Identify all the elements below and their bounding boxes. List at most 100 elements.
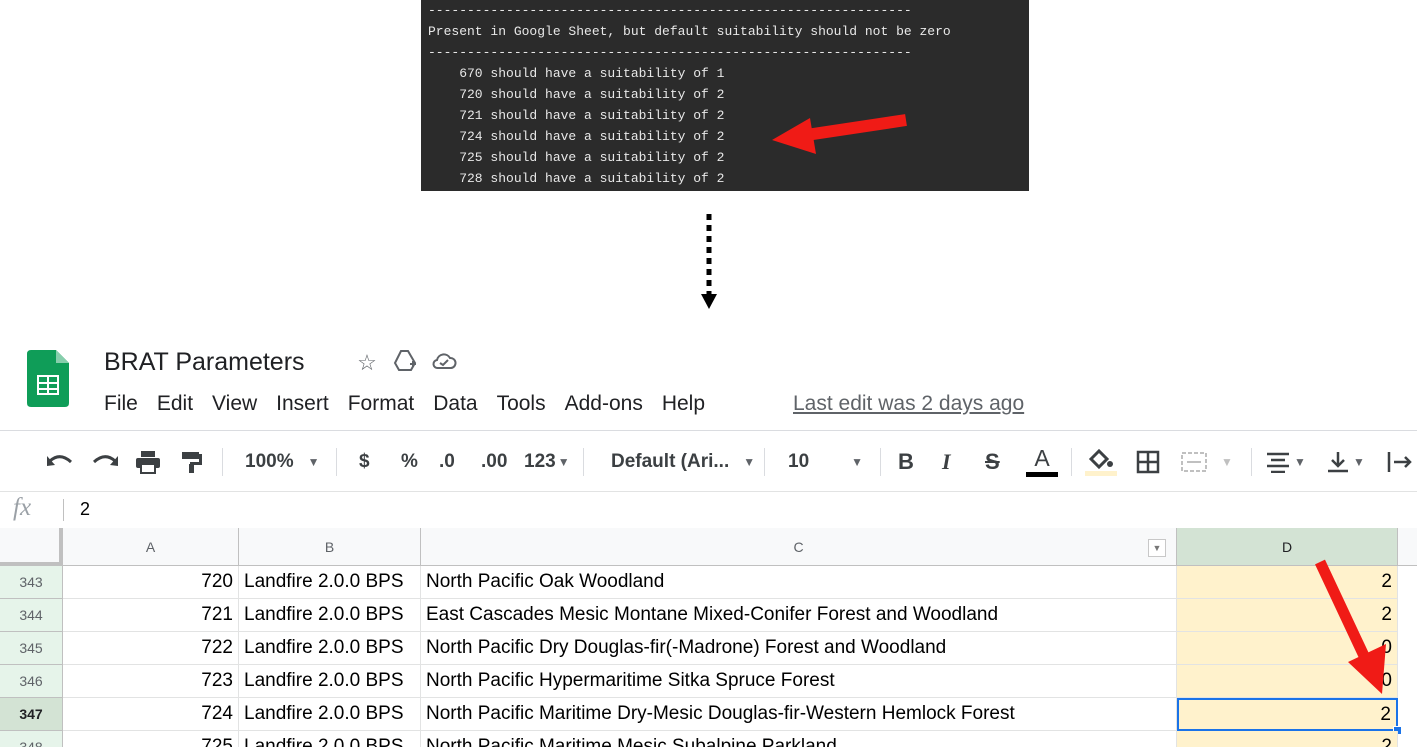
formula-divider (63, 499, 64, 521)
increase-decimal-button[interactable]: .00 (481, 440, 507, 484)
cell-a[interactable]: 724 (63, 698, 239, 731)
cell-c[interactable]: North Pacific Dry Douglas-fir(-Madrone) … (421, 632, 1177, 665)
zoom-value: 100% (245, 451, 294, 472)
font-family-value: Default (Ari... (611, 451, 730, 472)
red-arrow-annotation (772, 114, 907, 154)
font-family-select[interactable]: Default (Ari... ▼ (611, 440, 755, 484)
cell-a[interactable]: 721 (63, 599, 239, 632)
cell-c[interactable]: North Pacific Hypermaritime Sitka Spruce… (421, 665, 1177, 698)
column-header-label: C (793, 538, 804, 555)
active-cell-d[interactable]: 2 (1177, 698, 1398, 731)
menu-format[interactable]: Format (348, 392, 415, 416)
toolbar-divider (1251, 448, 1252, 476)
chevron-down-icon: ▼ (557, 455, 570, 469)
text-color-label: A (1034, 445, 1050, 471)
strikethrough-button[interactable]: S (985, 440, 1000, 484)
toolbar-divider (880, 448, 881, 476)
borders-icon[interactable] (1136, 440, 1160, 484)
menu-bar: File Edit View Insert Format Data Tools … (104, 392, 724, 416)
terminal-line: 720 should have a suitability of 2 (428, 87, 725, 102)
cloud-status-icon[interactable] (431, 350, 457, 378)
cell-b[interactable]: Landfire 2.0.0 BPS (239, 698, 421, 731)
terminal-line: 728 should have a suitability of 2 (428, 171, 725, 186)
row-header[interactable]: 344 (0, 599, 63, 632)
row-header[interactable]: 348 (0, 731, 63, 747)
menu-data[interactable]: Data (433, 392, 477, 416)
more-formats-label: 123 (524, 451, 556, 472)
cell-a[interactable]: 725 (63, 731, 239, 747)
text-color-swatch (1026, 472, 1058, 477)
cell-b[interactable]: Landfire 2.0.0 BPS (239, 665, 421, 698)
cell-b[interactable]: Landfire 2.0.0 BPS (239, 566, 421, 599)
header-divider (0, 430, 1417, 431)
text-color-button[interactable]: A (1026, 440, 1058, 484)
column-header-b[interactable]: B (239, 528, 421, 566)
document-title[interactable]: BRAT Parameters (104, 348, 305, 377)
more-formats-button[interactable]: 123 ▼ (524, 440, 570, 484)
terminal-output: ----------------------------------------… (421, 0, 1029, 191)
row-header[interactable]: 343 (0, 566, 63, 599)
vertical-align-icon[interactable]: ▼ (1327, 440, 1365, 484)
cell-a[interactable]: 723 (63, 665, 239, 698)
last-edit-link[interactable]: Last edit was 2 days ago (793, 392, 1024, 416)
cell-c[interactable]: North Pacific Oak Woodland (421, 566, 1177, 599)
fill-color-swatch (1085, 471, 1117, 476)
spreadsheet-grid: A B C ▼ D 343 720 Landfire 2.0.0 BPS Nor… (0, 528, 1417, 747)
decrease-decimal-button[interactable]: .0 (439, 440, 455, 484)
google-sheets-logo[interactable] (27, 350, 69, 407)
chevron-down-icon: ▼ (307, 455, 320, 469)
formula-input[interactable]: 2 (80, 499, 90, 520)
cell-a[interactable]: 722 (63, 632, 239, 665)
bold-button[interactable]: B (898, 440, 914, 484)
column-header-e[interactable] (1398, 528, 1417, 566)
font-size-select[interactable]: 10 ▼ (788, 440, 863, 484)
cell-c[interactable]: East Cascades Mesic Montane Mixed-Conife… (421, 599, 1177, 632)
menu-tools[interactable]: Tools (497, 392, 546, 416)
toolbar-divider (583, 448, 584, 476)
cell-a[interactable]: 720 (63, 566, 239, 599)
terminal-line: ----------------------------------------… (428, 3, 912, 18)
filter-icon[interactable]: ▼ (1148, 539, 1166, 557)
cell-b[interactable]: Landfire 2.0.0 BPS (239, 731, 421, 747)
merge-cells-icon[interactable]: ▼ (1181, 440, 1233, 484)
cell-b[interactable]: Landfire 2.0.0 BPS (239, 632, 421, 665)
row-header-selected[interactable]: 347 (0, 698, 63, 731)
terminal-line: 670 should have a suitability of 1 (428, 66, 725, 81)
font-size-value: 10 (788, 451, 810, 472)
menu-file[interactable]: File (104, 392, 138, 416)
zoom-select[interactable]: 100% ▼ (245, 440, 320, 484)
terminal-line: 721 should have a suitability of 2 (428, 108, 725, 123)
function-icon: fx (13, 494, 32, 521)
menu-help[interactable]: Help (662, 392, 705, 416)
cell-c[interactable]: North Pacific Maritime Mesic Subalpine P… (421, 731, 1177, 747)
currency-format-button[interactable]: $ (359, 440, 370, 484)
chevron-down-icon: ▼ (1353, 455, 1365, 469)
menu-edit[interactable]: Edit (157, 392, 193, 416)
select-all-corner[interactable] (0, 528, 63, 566)
row-header[interactable]: 345 (0, 632, 63, 665)
toolbar-divider (1071, 448, 1072, 476)
italic-button[interactable]: I (942, 440, 951, 484)
move-to-drive-icon[interactable] (393, 350, 417, 378)
cell-c[interactable]: North Pacific Maritime Dry-Mesic Douglas… (421, 698, 1177, 731)
cell-b[interactable]: Landfire 2.0.0 BPS (239, 599, 421, 632)
column-header-a[interactable]: A (63, 528, 239, 566)
undo-icon[interactable] (46, 440, 74, 484)
cell-d[interactable]: 2 (1177, 731, 1398, 747)
menu-add-ons[interactable]: Add-ons (565, 392, 643, 416)
terminal-line: Present in Google Sheet, but default sui… (428, 24, 951, 39)
percent-format-button[interactable]: % (401, 440, 418, 484)
column-header-c[interactable]: C ▼ (421, 528, 1177, 566)
print-icon[interactable] (135, 440, 161, 484)
redo-icon[interactable] (91, 440, 119, 484)
menu-insert[interactable]: Insert (276, 392, 329, 416)
paint-format-icon[interactable] (181, 440, 203, 484)
text-wrap-icon[interactable] (1386, 440, 1412, 484)
row-header[interactable]: 346 (0, 665, 63, 698)
horizontal-align-icon[interactable]: ▼ (1266, 440, 1306, 484)
fill-color-button[interactable] (1085, 440, 1117, 484)
menu-view[interactable]: View (212, 392, 257, 416)
star-icon[interactable]: ☆ (355, 350, 379, 378)
toolbar: 100% ▼ $ % .0 .00 123 ▼ Default (Ari... ▼ 1… (0, 440, 1417, 484)
toolbar-divider (222, 448, 223, 476)
